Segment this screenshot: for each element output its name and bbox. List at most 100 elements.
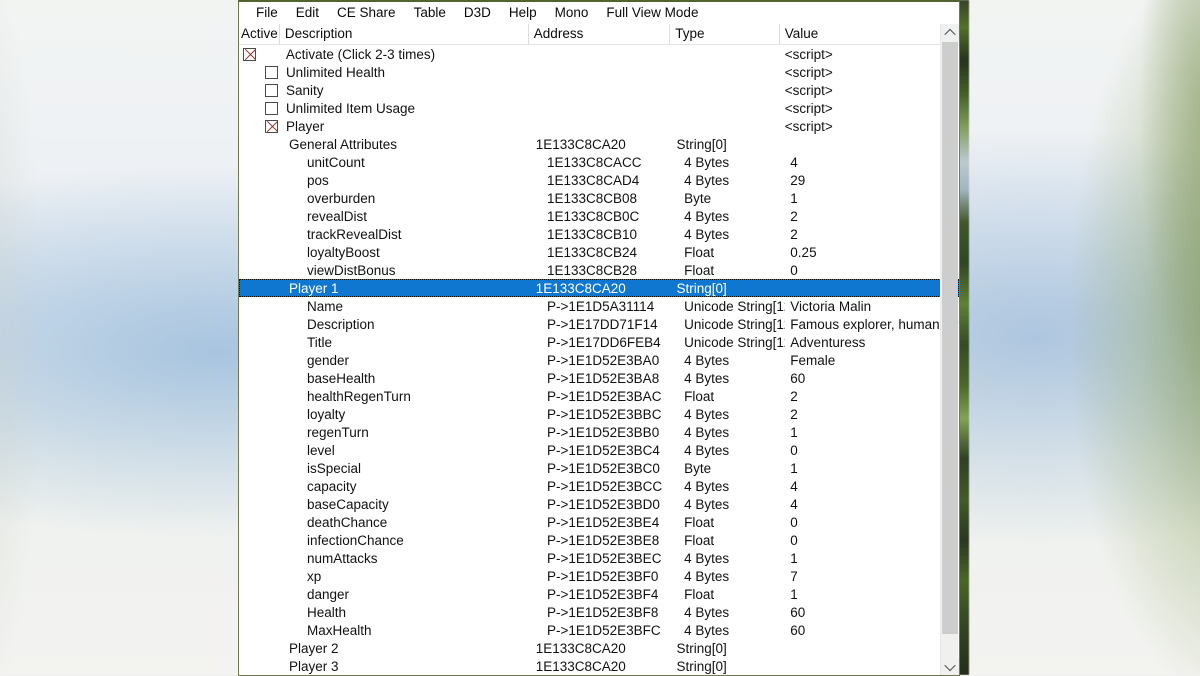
table-row[interactable]: xpP->1E1D52E3BF04 Bytes7 bbox=[239, 567, 959, 585]
menu-item-d3d[interactable]: D3D bbox=[455, 3, 500, 23]
row-address-cell[interactable]: 1E133C8CB28 bbox=[542, 262, 679, 279]
row-type-cell[interactable]: String[0] bbox=[672, 640, 781, 657]
table-row[interactable]: MaxHealthP->1E1D52E3BFC4 Bytes60 bbox=[239, 621, 959, 639]
table-row[interactable]: infectionChanceP->1E1D52E3BE8Float0 bbox=[239, 531, 959, 549]
row-value-cell[interactable]: Female bbox=[785, 352, 959, 369]
table-row[interactable]: viewDistBonus1E133C8CB28Float0 bbox=[239, 261, 959, 279]
row-value-cell[interactable]: 2 bbox=[785, 406, 959, 423]
table-row[interactable]: Unlimited Health<script> bbox=[239, 63, 959, 81]
table-row[interactable]: capacityP->1E1D52E3BCC4 Bytes4 bbox=[239, 477, 959, 495]
row-description-cell[interactable]: loyaltyBoost bbox=[301, 244, 542, 261]
checkbox-icon[interactable] bbox=[265, 102, 278, 115]
row-address-cell[interactable]: P->1E1D52E3BE8 bbox=[542, 532, 679, 549]
row-description-cell[interactable]: revealDist bbox=[301, 208, 542, 225]
menu-item-file[interactable]: File bbox=[247, 3, 287, 23]
menu-item-ce-share[interactable]: CE Share bbox=[328, 3, 405, 23]
row-description-cell[interactable]: gender bbox=[301, 352, 542, 369]
column-header-value[interactable]: Value bbox=[780, 24, 959, 44]
row-description-cell[interactable]: Sanity bbox=[280, 82, 529, 99]
row-address-cell[interactable]: P->1E1D52E3BA0 bbox=[542, 352, 679, 369]
row-value-cell[interactable]: Adventuress bbox=[785, 334, 959, 351]
row-address-cell[interactable]: P->1E1D52E3BE4 bbox=[542, 514, 679, 531]
row-description-cell[interactable]: Name bbox=[301, 298, 542, 315]
table-row[interactable]: trackRevealDist1E133C8CB104 Bytes2 bbox=[239, 225, 959, 243]
table-row[interactable]: General Attributes1E133C8CA20String[0] bbox=[239, 135, 959, 153]
row-type-cell[interactable]: 4 Bytes bbox=[679, 370, 785, 387]
column-header-description[interactable]: Description bbox=[280, 24, 529, 44]
row-value-cell[interactable]: 2 bbox=[785, 208, 959, 225]
row-type-cell[interactable]: String[0] bbox=[672, 280, 781, 297]
table-row[interactable]: dangerP->1E1D52E3BF4Float1 bbox=[239, 585, 959, 603]
table-row[interactable]: HealthP->1E1D52E3BF84 Bytes60 bbox=[239, 603, 959, 621]
row-description-cell[interactable]: Unlimited Item Usage bbox=[280, 100, 529, 117]
row-address-cell[interactable]: 1E133C8CB10 bbox=[542, 226, 679, 243]
row-description-cell[interactable]: Player 1 bbox=[283, 280, 531, 297]
table-row[interactable]: numAttacksP->1E1D52E3BEC4 Bytes1 bbox=[239, 549, 959, 567]
row-value-cell[interactable]: 4 bbox=[785, 496, 959, 513]
row-value-cell[interactable]: 0 bbox=[785, 442, 959, 459]
row-type-cell[interactable]: 4 Bytes bbox=[679, 604, 785, 621]
row-address-cell[interactable]: 1E133C8CB24 bbox=[542, 244, 679, 261]
row-type-cell[interactable]: 4 Bytes bbox=[679, 478, 785, 495]
row-address-cell[interactable]: P->1E1D52E3BD0 bbox=[542, 496, 679, 513]
row-type-cell[interactable]: 4 Bytes bbox=[679, 496, 785, 513]
row-description-cell[interactable]: MaxHealth bbox=[301, 622, 542, 639]
row-type-cell[interactable]: String[0] bbox=[672, 658, 781, 675]
table-row[interactable]: pos1E133C8CAD44 Bytes29 bbox=[239, 171, 959, 189]
menu-item-table[interactable]: Table bbox=[405, 3, 455, 23]
row-address-cell[interactable]: 1E133C8CA20 bbox=[531, 640, 672, 657]
row-type-cell[interactable]: Float bbox=[679, 262, 785, 279]
row-type-cell[interactable]: 4 Bytes bbox=[679, 442, 785, 459]
row-description-cell[interactable]: Health bbox=[301, 604, 542, 621]
table-row[interactable]: NameP->1E1D5A31114Unicode String[128]Vic… bbox=[239, 297, 959, 315]
table-row[interactable]: isSpecialP->1E1D52E3BC0Byte1 bbox=[239, 459, 959, 477]
row-address-cell[interactable]: P->1E1D52E3BB0 bbox=[542, 424, 679, 441]
checkbox-icon[interactable] bbox=[265, 66, 278, 79]
row-address-cell[interactable]: 1E133C8CA20 bbox=[531, 280, 672, 297]
row-value-cell[interactable]: 2 bbox=[785, 388, 959, 405]
row-description-cell[interactable]: infectionChance bbox=[301, 532, 542, 549]
row-value-cell[interactable]: 1 bbox=[785, 190, 959, 207]
row-value-cell[interactable]: 0.25 bbox=[785, 244, 959, 261]
row-type-cell[interactable]: Unicode String[128] bbox=[679, 334, 785, 351]
checkbox-checked-icon[interactable] bbox=[265, 120, 278, 133]
row-type-cell[interactable]: 4 Bytes bbox=[679, 550, 785, 567]
row-description-cell[interactable]: capacity bbox=[301, 478, 542, 495]
table-row-selected[interactable]: Player 11E133C8CA20String[0] bbox=[239, 279, 959, 297]
row-type-cell[interactable]: 4 Bytes bbox=[679, 568, 785, 585]
row-address-cell[interactable]: 1E133C8CA20 bbox=[531, 136, 672, 153]
row-description-cell[interactable]: loyalty bbox=[301, 406, 542, 423]
row-type-cell[interactable]: Byte bbox=[679, 460, 785, 477]
row-description-cell[interactable]: deathChance bbox=[301, 514, 542, 531]
menu-item-mono[interactable]: Mono bbox=[546, 3, 598, 23]
row-description-cell[interactable]: healthRegenTurn bbox=[301, 388, 542, 405]
table-row[interactable]: unitCount1E133C8CACC4 Bytes4 bbox=[239, 153, 959, 171]
row-value-cell[interactable]: 7 bbox=[785, 568, 959, 585]
row-value-cell[interactable]: Victoria Malin bbox=[785, 298, 959, 315]
row-type-cell[interactable]: 4 Bytes bbox=[679, 406, 785, 423]
row-value-cell[interactable]: 29 bbox=[785, 172, 959, 189]
row-value-cell[interactable]: 1 bbox=[785, 424, 959, 441]
row-type-cell[interactable]: 4 Bytes bbox=[679, 424, 785, 441]
row-type-cell[interactable]: Float bbox=[679, 586, 785, 603]
row-address-cell[interactable]: P->1E1D52E3BCC bbox=[542, 478, 679, 495]
row-address-cell[interactable]: 1E133C8CB08 bbox=[542, 190, 679, 207]
row-description-cell[interactable]: General Attributes bbox=[283, 136, 531, 153]
row-address-cell[interactable]: P->1E1D52E3BC0 bbox=[542, 460, 679, 477]
row-type-cell[interactable]: String[0] bbox=[672, 136, 781, 153]
row-value-cell[interactable]: <script> bbox=[780, 118, 959, 135]
row-address-cell[interactable]: 1E133C8CB0C bbox=[542, 208, 679, 225]
table-row[interactable]: Player<script> bbox=[239, 117, 959, 135]
row-type-cell[interactable]: Float bbox=[679, 514, 785, 531]
table-row[interactable]: Unlimited Item Usage<script> bbox=[239, 99, 959, 117]
row-value-cell[interactable]: 4 bbox=[785, 154, 959, 171]
row-value-cell[interactable]: 60 bbox=[785, 370, 959, 387]
table-row[interactable]: revealDist1E133C8CB0C4 Bytes2 bbox=[239, 207, 959, 225]
table-row[interactable]: deathChanceP->1E1D52E3BE4Float0 bbox=[239, 513, 959, 531]
table-row[interactable]: TitleP->1E17DD6FEB4Unicode String[128]Ad… bbox=[239, 333, 959, 351]
row-address-cell[interactable]: P->1E1D52E3BEC bbox=[542, 550, 679, 567]
row-value-cell[interactable]: 0 bbox=[785, 514, 959, 531]
row-description-cell[interactable]: level bbox=[301, 442, 542, 459]
row-address-cell[interactable]: P->1E17DD6FEB4 bbox=[542, 334, 679, 351]
table-row[interactable]: overburden1E133C8CB08Byte1 bbox=[239, 189, 959, 207]
